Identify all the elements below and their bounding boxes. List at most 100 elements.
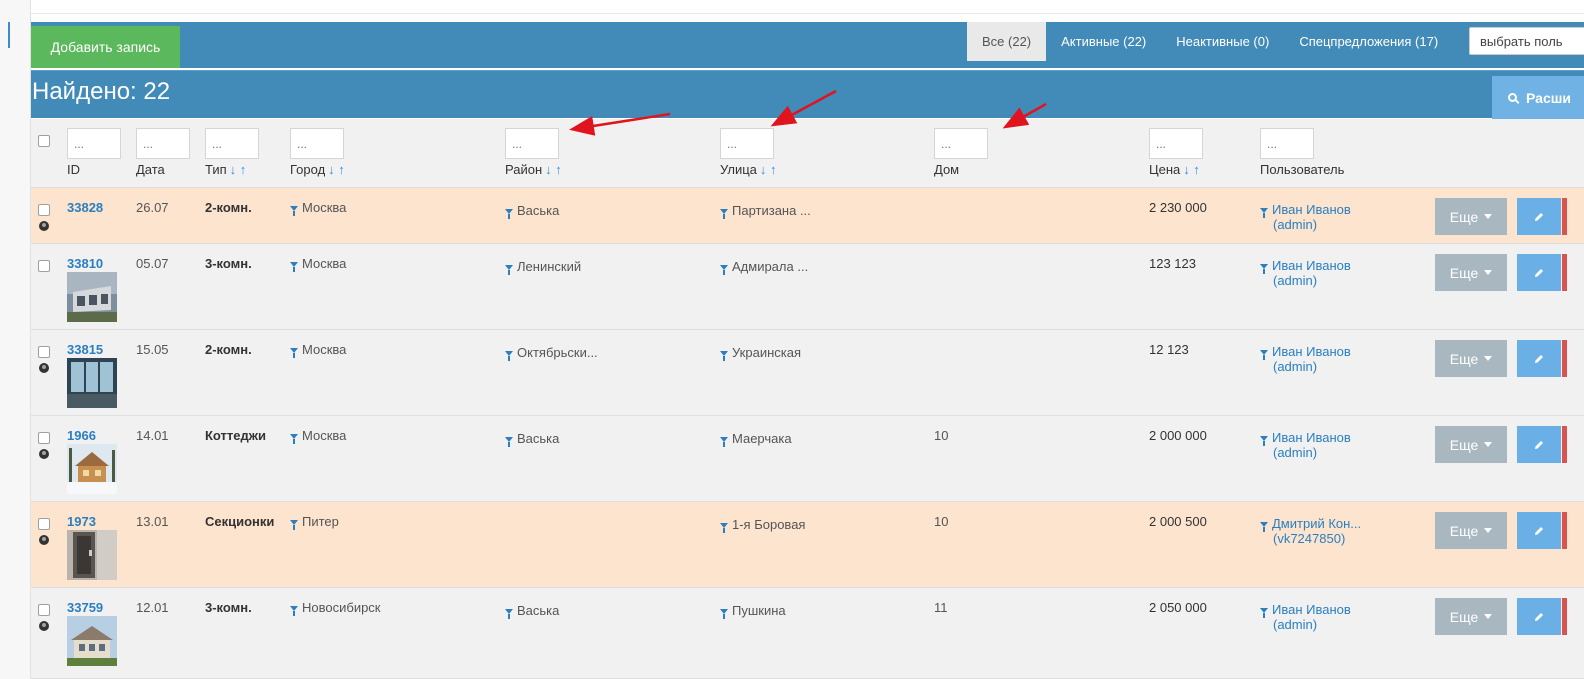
record-street[interactable]: 1-я Боровая (720, 517, 806, 533)
record-district[interactable]: Васька (505, 603, 560, 619)
row-checkbox[interactable] (38, 604, 50, 616)
record-user-name: Иван Иванов (1272, 258, 1351, 273)
record-user-link[interactable]: Иван Иванов (admin) (1260, 430, 1351, 460)
tab-special-offers[interactable]: Спецпредложения (17) (1284, 22, 1453, 61)
delete-button[interactable] (1562, 254, 1567, 291)
sort-type-arrows[interactable]: ↓ ↑ (230, 162, 247, 177)
filter-house-input[interactable] (934, 128, 988, 159)
record-city[interactable]: Москва (290, 428, 346, 444)
more-actions-button[interactable]: Еще (1435, 598, 1507, 635)
row-checkbox[interactable] (38, 346, 50, 358)
filter-id-input[interactable] (67, 128, 121, 159)
sort-district-arrows[interactable]: ↓ ↑ (545, 162, 562, 177)
pencil-icon (1535, 612, 1543, 621)
filter-type-input[interactable] (205, 128, 259, 159)
results-count-title: Найдено: 22 (32, 78, 171, 105)
filter-icon (290, 262, 298, 272)
filter-icon (720, 437, 728, 447)
record-district[interactable]: Васька (505, 203, 559, 219)
more-actions-button[interactable]: Еще (1435, 512, 1507, 549)
delete-button[interactable] (1562, 198, 1567, 235)
filter-user-input[interactable] (1260, 128, 1314, 159)
record-photo[interactable] (67, 530, 117, 580)
caret-down-icon (1484, 528, 1493, 533)
sort-price-arrows[interactable]: ↓ ↑ (1183, 162, 1200, 177)
column-user: Пользователь (1260, 162, 1345, 177)
record-district[interactable]: Октябрьски... (505, 345, 598, 361)
record-street[interactable]: Маерчака (720, 431, 792, 447)
record-id-link[interactable]: 33828 (67, 200, 103, 215)
row-checkbox[interactable] (38, 518, 50, 530)
sort-city-arrows[interactable]: ↓ ↑ (328, 162, 345, 177)
record-street[interactable]: Партизана ... (720, 203, 811, 219)
delete-button[interactable] (1562, 340, 1567, 377)
tab-all[interactable]: Все (22) (967, 22, 1047, 61)
record-street-text: 1-я Боровая (732, 517, 806, 532)
delete-button[interactable] (1562, 598, 1567, 635)
tab-inactive[interactable]: Неактивные (0) (1161, 22, 1284, 61)
more-actions-button[interactable]: Еще (1435, 340, 1507, 377)
filter-date-input[interactable] (136, 128, 190, 159)
record-id-link[interactable]: 1966 (67, 428, 96, 443)
column-district: Район ↓ ↑ (505, 162, 562, 177)
filter-city-input[interactable] (290, 128, 344, 159)
record-photo[interactable] (67, 272, 117, 322)
record-photo[interactable] (67, 358, 117, 408)
edit-button[interactable] (1517, 198, 1561, 235)
record-city[interactable]: Москва (290, 342, 346, 358)
more-actions-button[interactable]: Еще (1435, 198, 1507, 235)
record-photo[interactable] (67, 444, 117, 494)
filter-district-input[interactable] (505, 128, 559, 159)
select-all-checkbox[interactable] (38, 135, 50, 147)
more-actions-button[interactable]: Еще (1435, 254, 1507, 291)
filter-icon (1260, 608, 1268, 618)
filter-street-input[interactable] (720, 128, 774, 159)
record-id-link[interactable]: 33759 (67, 600, 103, 615)
delete-button[interactable] (1562, 426, 1567, 463)
user-select[interactable]: выбрать поль (1469, 27, 1584, 55)
record-district-text: Васька (517, 431, 560, 446)
delete-button[interactable] (1562, 512, 1567, 549)
filter-icon (505, 609, 513, 619)
record-house: 11 (934, 600, 948, 615)
record-id-link[interactable]: 33810 (67, 256, 103, 271)
record-street[interactable]: Пушкина (720, 603, 786, 619)
record-type: Секционки (205, 514, 275, 529)
record-id-link[interactable]: 33815 (67, 342, 103, 357)
add-record-button[interactable]: Добавить запись (31, 26, 180, 68)
filter-icon (290, 606, 298, 616)
record-district[interactable]: Васька (505, 431, 560, 447)
record-city-text: Москва (302, 200, 347, 215)
record-id-link[interactable]: 1973 (67, 514, 96, 529)
edit-button[interactable] (1517, 598, 1561, 635)
table-row: 1966 14.01 Коттеджи Москва Васька Маерча… (31, 416, 1584, 502)
row-checkbox[interactable] (38, 260, 50, 272)
extended-search-button[interactable]: Расши (1492, 76, 1584, 119)
record-city[interactable]: Питер (290, 514, 339, 530)
record-user-link[interactable]: Иван Иванов (admin) (1260, 258, 1351, 288)
record-street[interactable]: Украинская (720, 345, 801, 361)
record-photo[interactable] (67, 616, 117, 666)
caret-down-icon (1484, 442, 1493, 447)
record-user-link[interactable]: Иван Иванов (admin) (1260, 344, 1351, 374)
row-checkbox[interactable] (38, 204, 50, 216)
filter-price-input[interactable] (1149, 128, 1203, 159)
record-city[interactable]: Москва (290, 200, 347, 216)
record-district[interactable]: Ленинский (505, 259, 581, 275)
edit-button[interactable] (1517, 340, 1561, 377)
edit-button[interactable] (1517, 426, 1561, 463)
record-city[interactable]: Москва (290, 256, 346, 272)
record-street[interactable]: Адмирала ... (720, 259, 808, 275)
record-user-link[interactable]: Дмитрий Кон... (vk7247850) (1260, 516, 1361, 546)
tab-active[interactable]: Активные (22) (1046, 22, 1161, 61)
record-type: 2-комн. (205, 200, 252, 215)
sort-street-arrows[interactable]: ↓ ↑ (760, 162, 777, 177)
row-checkbox[interactable] (38, 432, 50, 444)
record-district-text: Васька (517, 603, 560, 618)
record-user-link[interactable]: Иван Иванов (admin) (1260, 602, 1351, 632)
edit-button[interactable] (1517, 254, 1561, 291)
record-city[interactable]: Новосибирск (290, 600, 381, 616)
record-user-link[interactable]: Иван Иванов (admin) (1260, 202, 1351, 232)
more-actions-button[interactable]: Еще (1435, 426, 1507, 463)
edit-button[interactable] (1517, 512, 1561, 549)
